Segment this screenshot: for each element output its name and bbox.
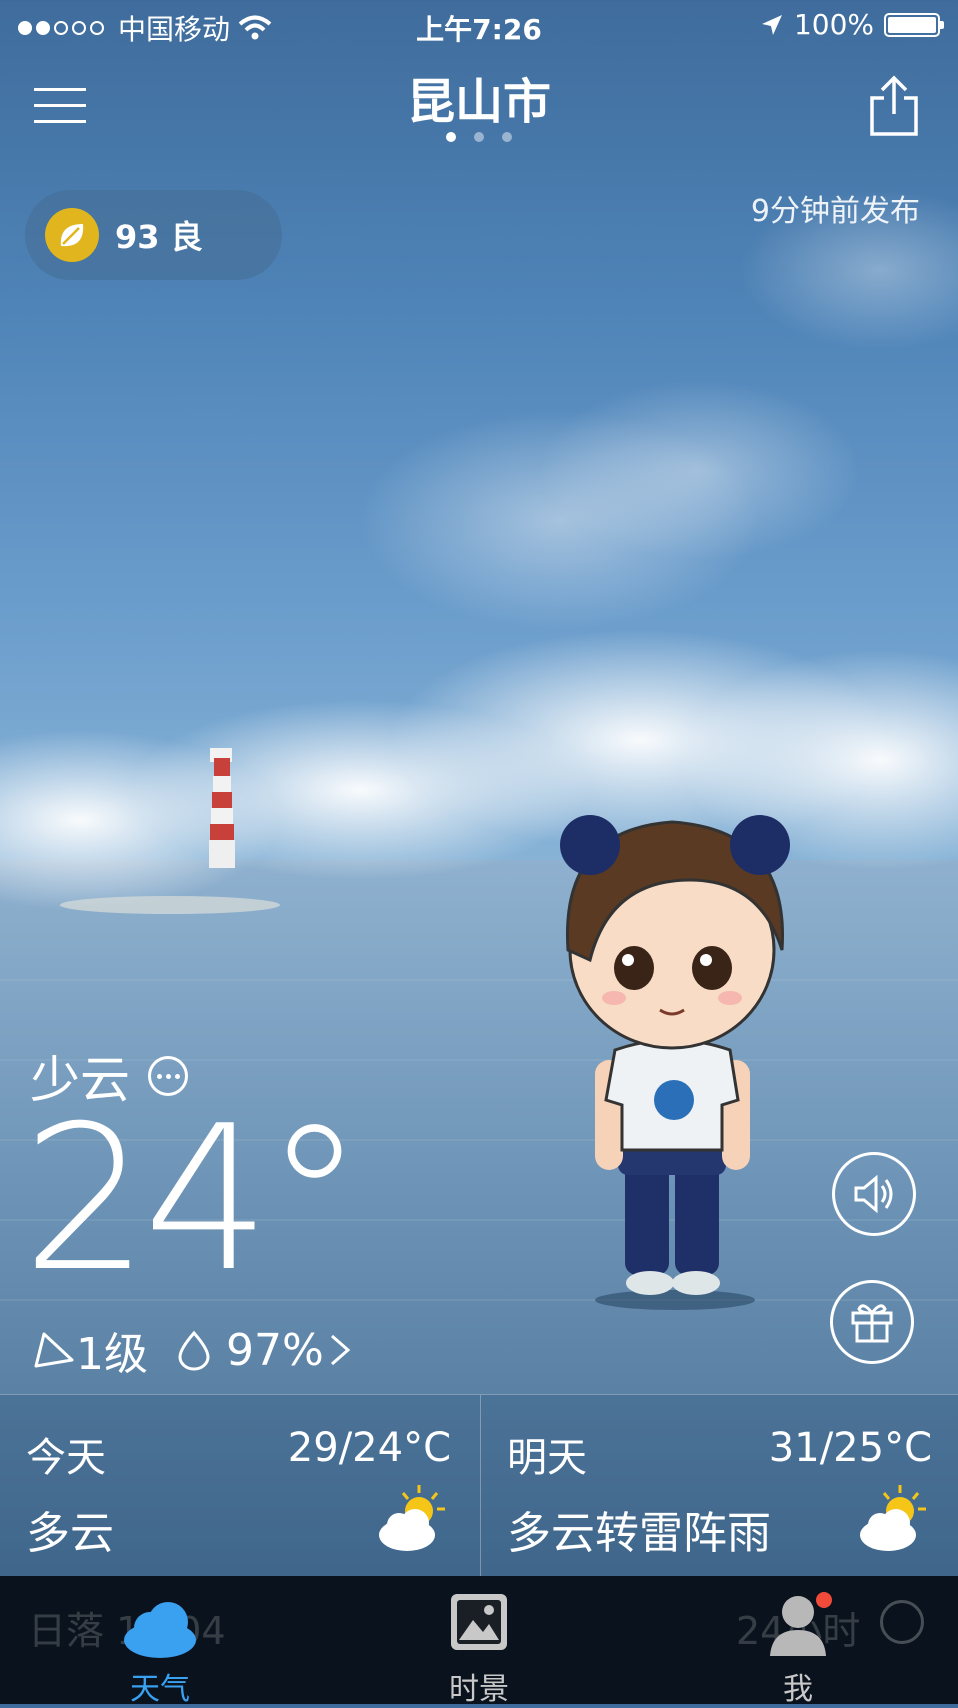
leaf-icon xyxy=(45,208,99,262)
aqi-value: 93 良 xyxy=(115,218,203,256)
tab-label: 天气 xyxy=(130,1672,190,1707)
forecast-range: 31/25°C xyxy=(768,1425,932,1471)
speaker-icon xyxy=(854,1174,893,1214)
status-bar: 中国移动 上午7:26 100% xyxy=(0,0,958,52)
forecast-panel: 今天 29/24°C 多云 明天 31/25°C 多云转雷阵雨 xyxy=(0,1394,958,1577)
gift-button[interactable] xyxy=(830,1280,914,1364)
tab-weather[interactable]: 天气 xyxy=(80,1590,240,1707)
gift-icon xyxy=(851,1304,893,1343)
humidity-value: 97% xyxy=(226,1324,324,1376)
city-title[interactable]: 昆山市 xyxy=(0,62,958,132)
location-arrow-icon xyxy=(761,14,782,35)
current-temperature: 24° xyxy=(22,1083,364,1316)
tab-me[interactable]: 我 xyxy=(718,1590,878,1707)
forecast-day: 今天 xyxy=(26,1435,106,1481)
forecast-condition: 多云转雷阵雨 xyxy=(507,1508,771,1559)
chevron-down-icon xyxy=(880,1600,924,1644)
page-dot xyxy=(446,132,456,142)
tab-label: 我 xyxy=(783,1672,813,1707)
wind-icon xyxy=(34,1332,74,1368)
partly-cloudy-icon xyxy=(379,1485,445,1551)
cloud-icon xyxy=(124,1602,196,1658)
battery-percent: 100% xyxy=(793,8,874,41)
status-right: 100% xyxy=(760,8,944,41)
forecast-day: 明天 xyxy=(507,1435,587,1481)
humidity-drop-icon xyxy=(178,1330,210,1371)
publish-time: 9分钟前发布 xyxy=(750,194,920,229)
page-dot xyxy=(502,132,512,142)
wind-humidity-row[interactable]: 1级 97% xyxy=(30,1318,354,1382)
user-icon xyxy=(770,1592,832,1656)
forecast-tomorrow[interactable]: 明天 31/25°C 多云转雷阵雨 xyxy=(480,1395,958,1577)
share-icon[interactable] xyxy=(868,74,920,138)
voice-broadcast-button[interactable] xyxy=(832,1152,916,1236)
forecast-condition: 多云 xyxy=(26,1508,114,1559)
aqi-badge[interactable]: 93 良 xyxy=(25,190,282,280)
page-dot xyxy=(474,132,484,142)
wind-level: 1级 xyxy=(76,1329,148,1380)
tab-bar: 日落 19:04 24小时 天气 时景 我 xyxy=(0,1576,958,1707)
tab-label: 时景 xyxy=(449,1672,509,1707)
photo-icon xyxy=(451,1594,507,1650)
notification-badge xyxy=(816,1592,832,1608)
battery-icon xyxy=(884,12,944,37)
partly-cloudy-icon xyxy=(860,1485,926,1551)
forecast-range: 29/24°C xyxy=(287,1425,451,1471)
chevron-right-icon xyxy=(330,1334,351,1366)
tab-scenery[interactable]: 时景 xyxy=(399,1590,559,1707)
forecast-today[interactable]: 今天 29/24°C 多云 xyxy=(0,1395,479,1577)
page-indicator xyxy=(0,132,958,142)
